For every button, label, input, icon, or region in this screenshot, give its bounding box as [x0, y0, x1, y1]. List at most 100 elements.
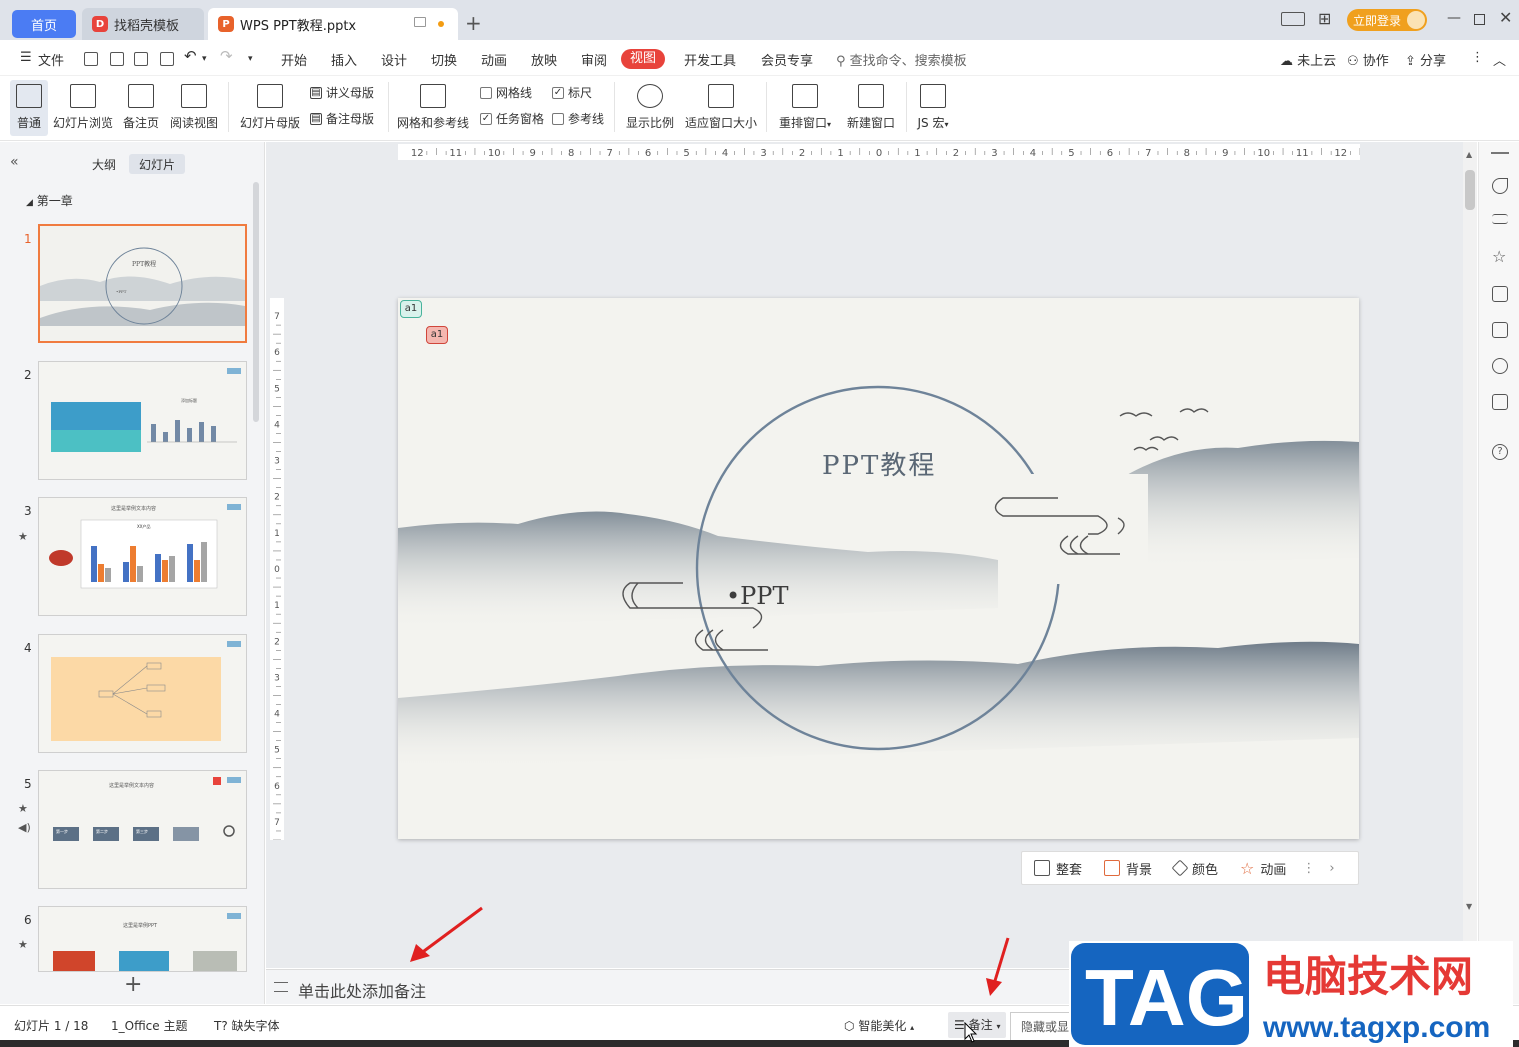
ppt-file-icon: P — [218, 16, 234, 32]
handout-master-button[interactable]: ▤ 讲义母版 — [310, 84, 374, 101]
star-icon[interactable]: ☆ — [1492, 249, 1508, 266]
reading-view-button[interactable]: 阅读视图 — [168, 80, 220, 131]
export-icon[interactable] — [110, 52, 124, 66]
minimize-icon[interactable]: — — [1447, 10, 1461, 26]
menu-transition[interactable]: 切换 — [431, 50, 457, 69]
menu-view[interactable]: 视图 — [621, 49, 665, 69]
background-button[interactable]: 背景 — [1104, 859, 1152, 878]
scrollbar-thumb[interactable] — [1465, 170, 1475, 210]
menu-member[interactable]: 会员专享 — [761, 50, 813, 69]
panel-scrollbar[interactable] — [253, 182, 259, 422]
hamburger-icon[interactable]: ☰ — [20, 50, 32, 65]
guides-checkbox[interactable]: 参考线 — [552, 110, 604, 127]
globe-icon[interactable] — [1492, 358, 1508, 374]
menu-review[interactable]: 审阅 — [581, 50, 607, 69]
tab-slides[interactable]: 幻灯片 — [129, 154, 186, 174]
tab-template[interactable]: D 找稻壳模板 — [82, 8, 204, 40]
notes-page-button[interactable]: 备注页 — [120, 80, 162, 131]
task-pane-checkbox[interactable]: ✓ 任务窗格 — [480, 110, 544, 127]
macro-dropdown-icon: ▾ — [944, 120, 949, 129]
slides-icon[interactable] — [1492, 286, 1508, 302]
slide-thumbnail-4[interactable] — [38, 634, 247, 753]
collapse-ribbon-icon[interactable]: ︿ — [1493, 50, 1506, 69]
menu-animation[interactable]: 动画 — [481, 50, 507, 69]
tab-home[interactable]: 首页 — [12, 10, 76, 38]
comment-marker[interactable]: a1 — [426, 326, 448, 344]
slide-master-button[interactable]: 幻灯片母版 — [238, 80, 302, 131]
maximize-icon[interactable] — [1474, 14, 1485, 25]
slide-thumbnail-3[interactable]: 这里是举例文本内容 XX产品 — [38, 497, 247, 616]
share-button[interactable]: ⇪ 分享 — [1405, 50, 1446, 69]
add-slide-button[interactable]: + — [124, 972, 142, 997]
horizontal-ruler[interactable]: 12 11 10 9 8 7 6 5 4 3 2 1 0 1 2 3 4 5 6 7 8 9 10 11 12 — [398, 144, 1360, 160]
slide-thumbnail-1[interactable]: PPT教程 •PPT — [38, 224, 247, 343]
grid-icon[interactable]: ⊞ — [1318, 9, 1331, 28]
scroll-up-icon[interactable]: ▲ — [1466, 150, 1472, 159]
layout-icon[interactable] — [1281, 12, 1305, 26]
next-chevron-icon[interactable]: › — [1329, 861, 1334, 876]
menu-slideshow[interactable]: 放映 — [531, 50, 557, 69]
color-button[interactable]: 颜色 — [1171, 859, 1218, 878]
slide-thumbnail-6[interactable]: 这里是举例PPT — [38, 906, 247, 972]
screen-icon[interactable] — [414, 17, 426, 27]
redo-icon[interactable]: ↷ — [220, 47, 233, 65]
collab-button[interactable]: ⚇ 协作 — [1347, 50, 1389, 69]
menu-file[interactable]: 文件 — [38, 50, 64, 69]
gridlines-checkbox[interactable]: 网格线 — [480, 84, 532, 101]
reader-icon[interactable] — [1492, 394, 1508, 410]
notes-master-button[interactable]: ▤ 备注母版 — [310, 110, 374, 127]
section-header[interactable]: ◢ 第一章 — [26, 192, 73, 209]
theme-name[interactable]: 1_Office 主题 — [111, 1017, 187, 1034]
canvas-scrollbar[interactable]: ▲ ▼ — [1463, 142, 1477, 968]
layout-set-button[interactable]: 整套 — [1034, 859, 1082, 878]
cloud-button[interactable]: ☁ 未上云 — [1280, 50, 1336, 69]
print-icon[interactable] — [134, 52, 148, 66]
grid-guides-button[interactable]: 网格和参考线 — [396, 80, 470, 131]
scroll-down-icon[interactable]: ▼ — [1466, 902, 1472, 911]
vertical-ruler[interactable]: 7 6 5 4 3 2 1 0 1 2 3 4 5 6 7 — [270, 298, 284, 850]
undo-dropdown-icon[interactable]: ▾ — [202, 54, 207, 64]
tab-outline[interactable]: 大纲 — [82, 154, 126, 174]
menu-insert[interactable]: 插入 — [331, 50, 357, 69]
rocket-icon[interactable] — [1492, 178, 1508, 194]
menu-home[interactable]: 开始 — [281, 50, 307, 69]
login-button[interactable]: 立即登录 — [1347, 9, 1427, 31]
watermark-logo: TAG 电脑技术网 www.tagxp.com — [1069, 941, 1513, 1047]
quick-access-dropdown-icon[interactable]: ▾ — [248, 54, 253, 64]
smart-beautify-button[interactable]: ⬡ 智能美化 ▴ — [844, 1017, 914, 1034]
cube-icon: ⬡ — [844, 1019, 855, 1033]
undo-icon[interactable]: ↶ — [184, 47, 197, 65]
slide-3-chart-title: XX产品 — [137, 523, 150, 529]
ruler-checkbox[interactable]: ✓ 标尺 — [552, 84, 592, 101]
normal-view-button[interactable]: 普通 — [10, 80, 48, 136]
menu-developer[interactable]: 开发工具 — [684, 50, 736, 69]
arrange-window-button[interactable]: 重排窗口▾ — [774, 80, 836, 131]
sliders-icon[interactable] — [1492, 214, 1508, 224]
slide-number: 4 — [24, 641, 32, 655]
slide-thumbnail-2[interactable]: 添加标题 — [38, 361, 247, 480]
current-slide[interactable]: PPT教程 •PPT a1 a1 — [398, 298, 1359, 839]
tab-document[interactable]: P WPS PPT教程.pptx — [208, 8, 458, 40]
command-search[interactable]: ⚲ 查找命令、搜索模板 — [836, 50, 967, 69]
close-icon[interactable]: ✕ — [1499, 8, 1512, 27]
image-tools-icon[interactable] — [1492, 322, 1508, 338]
missing-font-button[interactable]: T? 缺失字体 — [214, 1017, 280, 1034]
notes-placeholder[interactable]: 单击此处添加备注 — [298, 978, 426, 1002]
help-icon[interactable]: ? — [1492, 444, 1508, 460]
save-icon[interactable] — [84, 52, 98, 66]
js-macro-button[interactable]: JS 宏▾ — [912, 80, 954, 131]
fit-window-button[interactable]: 适应窗口大小 — [682, 80, 760, 131]
add-tab-button[interactable]: + — [465, 11, 482, 35]
collapse-panel-icon[interactable]: « — [10, 154, 19, 170]
new-window-button[interactable]: 新建窗口 — [844, 80, 898, 131]
more-options-icon[interactable]: ⋮ — [1302, 861, 1315, 876]
slide-thumbnail-5[interactable]: 这里是举例文本内容 第一步 第二步 第三步 — [38, 770, 247, 889]
menu-design[interactable]: 设计 — [381, 50, 407, 69]
zoom-button[interactable]: 显示比例 — [624, 80, 676, 131]
animation-button[interactable]: ☆ 动画 — [1240, 859, 1286, 878]
comment-marker[interactable]: a1 — [400, 300, 422, 318]
tooltip: 隐藏或显 — [1010, 1012, 1072, 1042]
print-preview-icon[interactable] — [160, 52, 174, 66]
slide-sorter-button[interactable]: 幻灯片浏览 — [52, 80, 114, 131]
more-icon[interactable]: ⋮ — [1471, 50, 1484, 65]
